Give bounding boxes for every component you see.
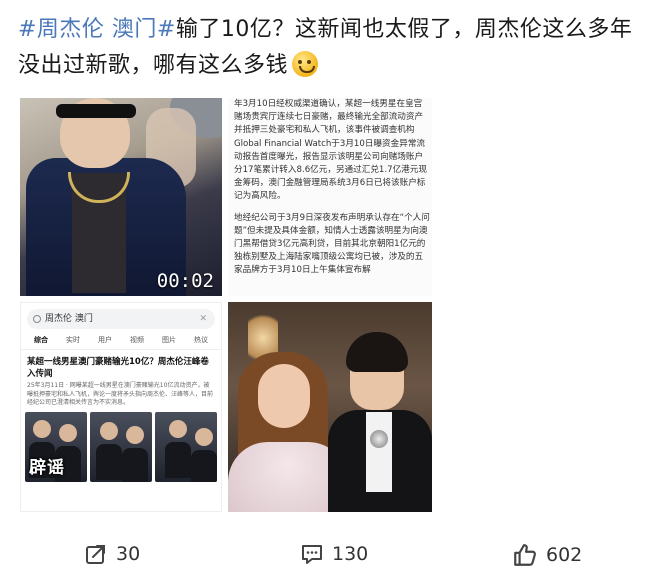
post-text: #周杰伦 澳门#输了10亿？这新闻也太假了，周杰伦这么多年没出过新歌，哪有这么多…: [18, 12, 648, 84]
person-head: [59, 423, 77, 442]
thumbs-up-icon: [514, 544, 536, 566]
article-screenshot[interactable]: 年3月10日经权威渠道确认，某超一线男星在皇宫赌场贵宾厅连续七日豪赌，最终输光全…: [228, 98, 432, 296]
search-tabs: 综合 实时 用户 视频 图片 热议: [21, 333, 221, 350]
tab-images: 图片: [162, 336, 176, 344]
clear-icon: ✕: [199, 314, 207, 324]
person-head: [126, 425, 144, 444]
person-body: [122, 447, 148, 482]
share-count: 30: [116, 543, 141, 565]
brooch: [370, 430, 388, 448]
like-count: 602: [546, 544, 583, 566]
like-button[interactable]: 602: [512, 542, 582, 568]
action-bar: 30 130 602: [0, 530, 660, 580]
person-head: [100, 421, 118, 440]
tab-users: 用户: [98, 336, 112, 344]
result-title: 某超一线男星澳门豪赌输光10亿？周杰伦汪峰卷入传闻: [27, 357, 209, 379]
sunglasses: [56, 104, 136, 118]
person-head: [195, 427, 213, 446]
woman-face: [258, 364, 310, 428]
video-thumbnail[interactable]: 00:02: [20, 98, 222, 296]
comment-icon: [302, 545, 322, 564]
image-grid: 00:02 年3月10日经权威渠道确认，某超一线男星在皇宫赌场贵宾厅连续七日豪赌…: [18, 96, 432, 512]
person-body: [96, 443, 122, 480]
share-button[interactable]: 30: [84, 542, 140, 566]
man-hair: [346, 332, 408, 372]
comment-count: 130: [332, 543, 369, 565]
tab-hot: 热议: [194, 336, 208, 344]
rumor-label: 辟谣: [29, 457, 65, 478]
article-paragraph-2: 地经纪公司于3月9日深夜发布声明承认存在“个人问题”但未提及具体金额，知情人士透…: [234, 212, 430, 276]
result-thumbnail: 辟谣: [25, 411, 87, 482]
tab-all: 综合: [34, 336, 48, 344]
result-snippet: 25年3月11日 · 网曝某超一线男星在澳门豪赌输光10亿流动资产，被曝抵押豪宅…: [27, 382, 214, 406]
sweat-smile-emoji-icon: [292, 51, 319, 77]
white-shirt: [366, 412, 392, 492]
result-thumbnail: [90, 411, 152, 482]
article-paragraph-1: 年3月10日经权威渠道确认，某超一线男星在皇宫赌场贵宾厅连续七日豪赌，最终输光全…: [234, 99, 427, 202]
search-query: 周杰伦 澳门: [45, 314, 93, 324]
tab-realtime: 实时: [66, 336, 80, 344]
video-duration: 00:02: [156, 270, 214, 292]
comment-button[interactable]: 130: [300, 542, 368, 566]
person-head: [33, 419, 51, 438]
result-thumbnails: 辟谣: [25, 411, 217, 482]
person-head: [169, 419, 187, 438]
search-icon: [33, 315, 41, 323]
hashtag-link[interactable]: #周杰伦 澳门#: [18, 17, 176, 42]
tab-video: 视频: [130, 336, 144, 344]
person-body: [165, 441, 191, 478]
couple-photo[interactable]: [228, 302, 432, 512]
search-bar: 周杰伦 澳门 ✕: [27, 309, 215, 329]
search-result-screenshot[interactable]: 周杰伦 澳门 ✕ 综合 实时 用户 视频 图片 热议 某超一线男星澳门豪赌输光1…: [20, 302, 222, 512]
person-body: [191, 449, 217, 482]
result-thumbnail: [155, 411, 217, 482]
share-icon: [86, 545, 105, 564]
